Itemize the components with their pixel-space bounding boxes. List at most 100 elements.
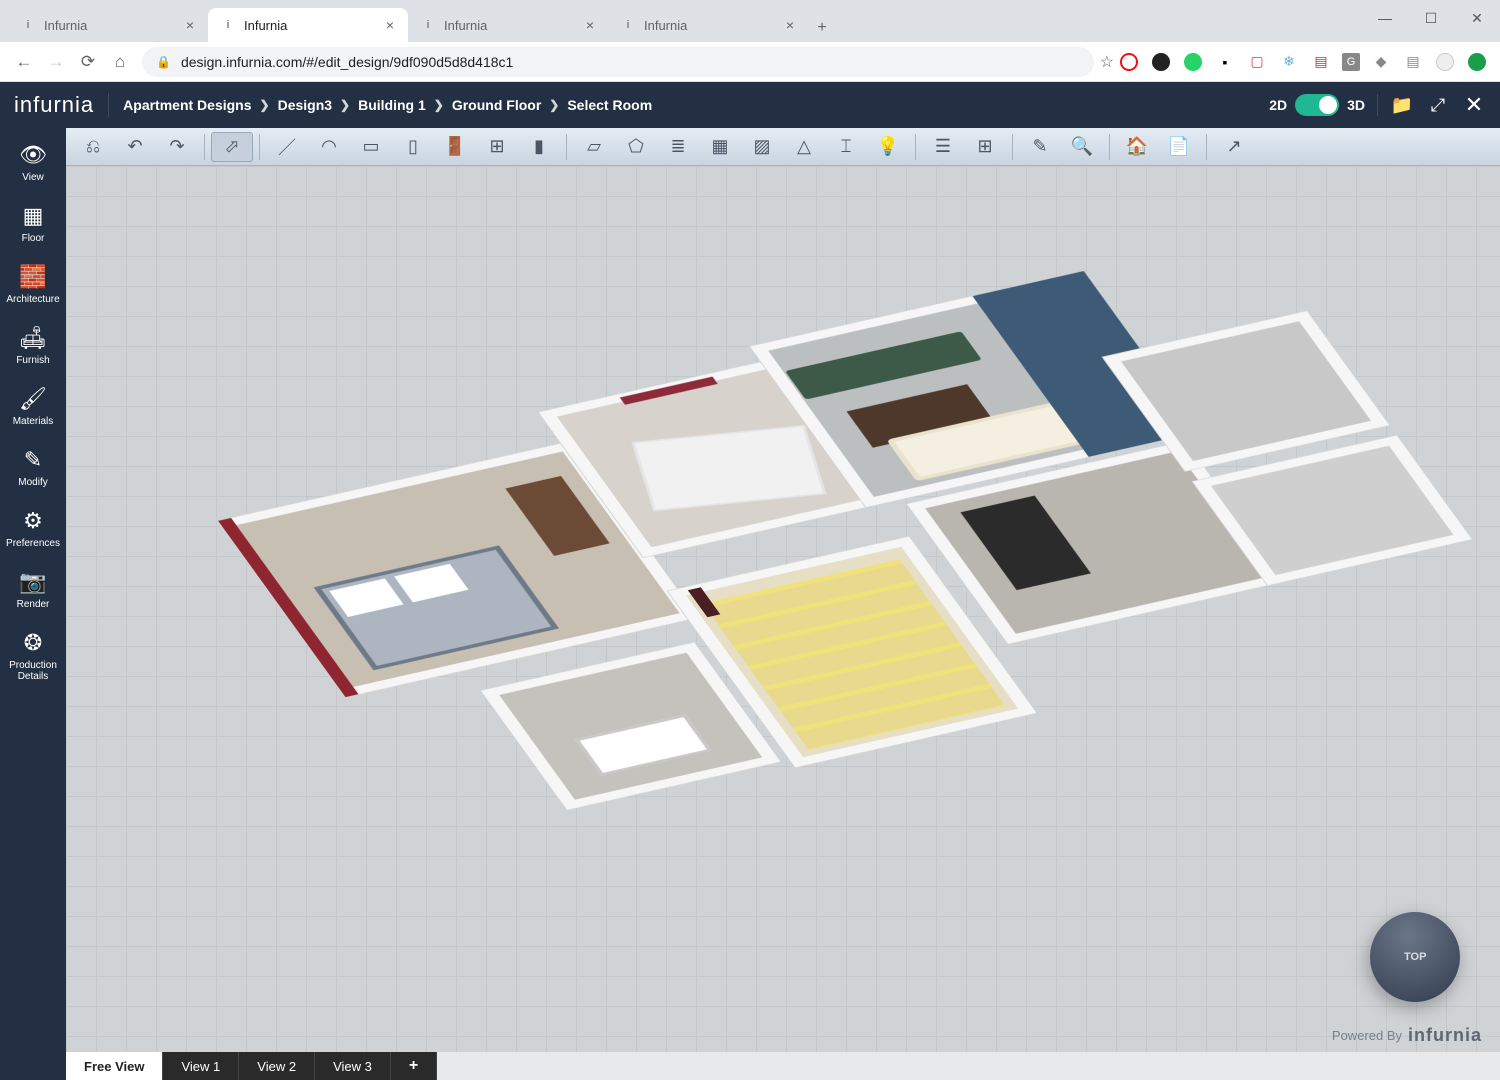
breadcrumb-item-0[interactable]: Apartment Designs (123, 97, 251, 113)
ext-drive-icon[interactable]: ◆ (1370, 51, 1392, 73)
folder-icon[interactable]: 📁 (1390, 93, 1414, 117)
view-tab-free-view[interactable]: Free View (66, 1052, 163, 1080)
browser-tab-2[interactable]: i Infurnia × (408, 8, 608, 42)
header-divider (1377, 94, 1378, 116)
tool-slab-button[interactable]: ▱ (573, 132, 615, 162)
chevron-right-icon: ❯ (260, 98, 270, 112)
tab-close-icon[interactable]: × (186, 17, 194, 33)
room-bathroom[interactable] (481, 642, 780, 809)
design-canvas[interactable]: TOP Powered By infurnia (66, 166, 1500, 1052)
toggle-switch[interactable] (1295, 94, 1339, 116)
ext-misc-icon[interactable]: ▤ (1402, 51, 1424, 73)
add-view-tab-button[interactable]: + (391, 1052, 437, 1080)
browser-tab-3[interactable]: i Infurnia × (608, 8, 808, 42)
tool-light-button[interactable]: 💡 (867, 132, 909, 162)
tool-home-button[interactable]: 🏠 (1116, 132, 1158, 162)
ext-square-icon[interactable]: ▪ (1214, 51, 1236, 73)
window-minimize-button[interactable]: — (1362, 10, 1408, 26)
breadcrumb-item-4[interactable]: Select Room (567, 97, 652, 113)
tool-line-button[interactable]: ／ (266, 132, 308, 162)
tool-rect-button[interactable]: ▭ (350, 132, 392, 162)
tab-close-icon[interactable]: × (386, 17, 394, 33)
url-input[interactable]: 🔒 design.infurnia.com/#/edit_design/9df0… (142, 47, 1094, 77)
window-close-button[interactable]: ✕ (1454, 10, 1500, 27)
profile-avatar-icon[interactable] (1434, 51, 1456, 73)
breadcrumb-item-1[interactable]: Design3 (278, 97, 332, 113)
floorplan-3d[interactable] (168, 282, 1398, 890)
view-compass[interactable]: TOP (1357, 899, 1472, 1014)
tool-search-button[interactable]: 🔍 (1061, 132, 1103, 162)
tab-close-icon[interactable]: × (586, 17, 594, 33)
tool-ceiling-button[interactable]: ▦ (699, 132, 741, 162)
tool-grid-button[interactable]: ⊞ (964, 132, 1006, 162)
nav-back-button[interactable]: ← (8, 46, 40, 78)
ext-pdf-icon[interactable]: ▤ (1310, 51, 1332, 73)
tool-pattern-button[interactable]: ▨ (741, 132, 783, 162)
ext-dark-icon[interactable] (1150, 51, 1172, 73)
tool-door-button[interactable]: 🚪 (434, 132, 476, 162)
nav-reload-button[interactable]: ⟳ (72, 46, 104, 78)
tool-shape-button[interactable]: ⬠ (615, 132, 657, 162)
wall-art[interactable] (620, 377, 718, 405)
home-icon: 🏠 (1126, 136, 1148, 157)
staircase[interactable] (703, 559, 1005, 750)
toolbar-divider (915, 134, 916, 160)
view-tab-view-3[interactable]: View 3 (315, 1052, 391, 1080)
tool-column-button[interactable]: ▮ (518, 132, 560, 162)
sidebar-item-view[interactable]: 👁View (0, 132, 66, 193)
tool-redo-button[interactable]: ↷ (156, 132, 198, 162)
tool-roof-button[interactable]: △ (783, 132, 825, 162)
furnish-icon: 🛋 (19, 325, 47, 351)
window-maximize-button[interactable]: ☐ (1408, 10, 1454, 27)
ext-opera-icon[interactable] (1118, 51, 1140, 73)
app-logo[interactable]: infurnia (14, 92, 94, 118)
breadcrumb-item-2[interactable]: Building 1 (358, 97, 426, 113)
ceiling-icon: ▦ (711, 136, 728, 157)
sidebar-item-materials[interactable]: 🖌Materials (0, 376, 66, 437)
tool-share-button[interactable]: ↗ (1213, 132, 1255, 162)
browser-tab-1[interactable]: i Infurnia × (208, 8, 408, 42)
new-tab-button[interactable]: + (808, 14, 836, 42)
ext-whatsapp-icon[interactable] (1182, 51, 1204, 73)
fixture-sink[interactable] (574, 714, 711, 775)
ext-red-icon[interactable]: ▢ (1246, 51, 1268, 73)
chevron-right-icon: ❯ (340, 98, 350, 112)
furniture-dining-table[interactable] (635, 427, 823, 510)
tool-stool-button[interactable]: ⌶ (825, 132, 867, 162)
ext-snow-icon[interactable]: ❄ (1278, 51, 1300, 73)
sidebar-item-floor[interactable]: ▦Floor (0, 193, 66, 254)
fullscreen-icon[interactable]: ⤢ (1426, 93, 1450, 117)
tool-window-button[interactable]: ⊞ (476, 132, 518, 162)
bookmark-star-icon[interactable]: ☆ (1100, 52, 1114, 72)
tool-pointer-button[interactable]: ⬀ (211, 132, 253, 162)
sidebar-item-furnish[interactable]: 🛋Furnish (0, 315, 66, 376)
tool-layers-button[interactable]: ☰ (922, 132, 964, 162)
nav-forward-button[interactable]: → (40, 46, 72, 78)
tab-close-icon[interactable]: × (786, 17, 794, 33)
view-tab-view-2[interactable]: View 2 (239, 1052, 315, 1080)
tool-undo-button[interactable]: ↶ (114, 132, 156, 162)
ext-g-icon[interactable]: G (1342, 53, 1360, 71)
tool-arc-button[interactable]: ◠ (308, 132, 350, 162)
sidebar-item-preferences[interactable]: ⚙Preferences (0, 498, 66, 559)
ext-green-icon[interactable] (1466, 51, 1488, 73)
tool-stairs-button[interactable]: ≣ (657, 132, 699, 162)
browser-tab-0[interactable]: i Infurnia × (8, 8, 208, 42)
sidebar-item-render[interactable]: 📷Render (0, 559, 66, 620)
sidebar-item-modify[interactable]: ✎Modify (0, 437, 66, 498)
tool-sheet-button[interactable]: 📄 (1158, 132, 1200, 162)
breadcrumb-item-3[interactable]: Ground Floor (452, 97, 541, 113)
tool-branch-button[interactable]: ⎌ (72, 132, 114, 162)
view-mode-toggle[interactable]: 2D 3D (1269, 94, 1365, 116)
furniture-bed[interactable] (314, 545, 559, 670)
view-tab-view-1[interactable]: View 1 (163, 1052, 239, 1080)
sidebar-item-production-details[interactable]: ❂Production Details (0, 620, 66, 692)
appliance-fridge[interactable] (960, 496, 1090, 591)
sidebar-item-label: View (22, 172, 44, 183)
nav-home-button[interactable]: ⌂ (104, 46, 136, 78)
close-icon[interactable]: ✕ (1462, 93, 1486, 117)
tool-pencil-button[interactable]: ✎ (1019, 132, 1061, 162)
tool-wall-button[interactable]: ▯ (392, 132, 434, 162)
sidebar-item-architecture[interactable]: 🧱Architecture (0, 254, 66, 315)
toolbar-divider (1109, 134, 1110, 160)
